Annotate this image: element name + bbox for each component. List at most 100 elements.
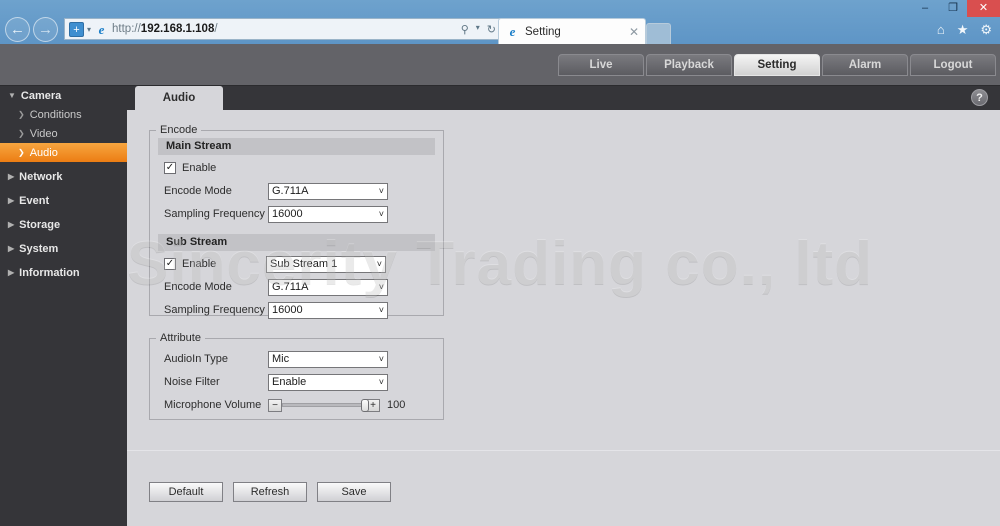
search-icon[interactable]: ⚲ [461,23,469,36]
sidebar-item-event[interactable]: ▶ Event [0,191,127,210]
back-icon[interactable]: ← [5,16,30,42]
main-tab-logout[interactable]: Logout [910,54,996,76]
chevron-down-icon: ▾ [475,22,480,32]
sidebar-item-information[interactable]: ▶ Information [0,263,127,282]
sub-stream-enable-row: ✓ Enable Sub Stream 1 ˅ [150,254,443,274]
content-area: Audio ? Encode Main Stream ✓ Enable Enco… [127,86,1000,526]
main-tab-alarm[interactable]: Alarm [822,54,908,76]
sub-stream-sampling-select[interactable]: 16000 ˅ [268,301,388,319]
main-nav-tabs: Live Playback Setting Alarm Logout [558,54,996,76]
encode-panel: Encode Main Stream ✓ Enable Encode Mode … [149,124,444,319]
chevron-right-icon: ❯ [18,129,25,138]
sub-stream-enable-label: Enable [182,258,217,270]
button-divider [127,450,1000,451]
sub-stream-select[interactable]: Sub Stream 1 ˅ [266,255,386,273]
sub-stream-select-value: Sub Stream 1 [270,258,338,270]
sidebar-item-storage[interactable]: ▶ Storage [0,215,127,234]
chevron-down-icon: ˅ [378,305,384,315]
internet-explorer-icon: e [509,24,516,39]
sidebar-item-label: Information [19,266,80,279]
sidebar-item-label: System [19,242,59,255]
main-tab-playback[interactable]: Playback [646,54,732,76]
audioin-type-row: AudioIn Type Mic ˅ [150,349,443,369]
sub-stream-encode-mode-select[interactable]: G.711A ˅ [268,278,388,296]
chevron-down-icon: ˅ [378,209,384,219]
main-stream-encode-mode-value: G.711A [272,185,309,197]
forward-icon[interactable]: → [33,16,58,42]
sidebar-item-network[interactable]: ▶ Network [0,167,127,186]
tab-close-icon[interactable]: ✕ [629,25,639,39]
refresh-button[interactable]: Refresh [233,482,307,502]
url-text: http://192.168.1.108/ [112,23,218,35]
refresh-icon[interactable]: ↻ [487,23,496,36]
noise-filter-value: Enable [272,376,307,388]
favorites-icon[interactable]: ★ [957,22,969,38]
sub-stream-sampling-row: Sampling Frequency 16000 ˅ [150,300,443,320]
content-body: Encode Main Stream ✓ Enable Encode Mode … [127,110,1000,502]
browser-tab-setting[interactable]: e Setting ✕ [498,18,646,44]
triangle-down-icon: ▼ [8,91,16,100]
sub-stream-enable-checkbox[interactable]: ✓ [164,258,176,270]
content-header: Audio ? [127,86,1000,110]
default-button[interactable]: Default [149,482,223,502]
attribute-legend: Attribute [160,332,201,344]
main-stream-enable-checkbox[interactable]: ✓ [164,162,176,174]
main-stream-sampling-select[interactable]: 16000 ˅ [268,205,388,223]
help-icon[interactable]: ? [971,89,988,106]
sidebar-item-label: Storage [19,218,61,231]
main-stream-enable-label: Enable [182,162,217,174]
page-tab-audio[interactable]: Audio [135,86,223,110]
microphone-volume-slider[interactable]: − + 100 [268,398,405,412]
sidebar-item-label: Conditions [29,108,82,121]
chevron-down-icon: ▾ [87,24,92,34]
home-icon[interactable]: ⌂ [937,22,945,38]
main-tab-live[interactable]: Live [558,54,644,76]
settings-gear-icon[interactable]: ⚙ [980,22,992,38]
main-stream-encode-mode-select[interactable]: G.711A ˅ [268,182,388,200]
new-tab-button[interactable] [646,23,671,44]
volume-slider-thumb[interactable] [361,399,369,412]
sidebar: ▼ Camera ❯ Conditions ❯ Video ❯ Audio ▶ Network ▶ E… [0,86,127,526]
microphone-volume-label: Microphone Volume [164,399,262,411]
sidebar-item-camera[interactable]: ▼ Camera [0,86,127,105]
browser-chrome: – ❐ ✕ ← → + ▾ e http://192.168.1.108/ ⚲ … [0,0,1000,44]
chevron-down-icon: ˅ [378,186,384,196]
chevron-down-icon: ˅ [378,282,384,292]
sidebar-item-label: Event [19,194,50,207]
sidebar-item-label: Video [29,127,58,140]
main-stream-sampling-row: Sampling Frequency 16000 ˅ [150,204,443,224]
sidebar-item-label: Audio [29,146,58,159]
sidebar-item-conditions[interactable]: ❯ Conditions [0,105,127,124]
sub-stream-header: Sub Stream [158,234,435,251]
sidebar-item-system[interactable]: ▶ System [0,239,127,258]
main-stream-sampling-value: 16000 [272,208,303,220]
sidebar-item-label: Camera [20,89,62,102]
noise-filter-row: Noise Filter Enable ˅ [150,372,443,392]
audioin-type-label: AudioIn Type [164,353,229,365]
microphone-volume-row: Microphone Volume − + 100 [150,395,443,415]
volume-decrease-button[interactable]: − [268,398,282,412]
sidebar-item-video[interactable]: ❯ Video [0,124,127,143]
volume-slider-track[interactable] [282,399,369,412]
chevron-down-icon: ˅ [378,354,384,364]
main-stream-encode-mode-label: Encode Mode [164,185,232,197]
save-button[interactable]: Save [317,482,391,502]
noise-filter-label: Noise Filter [164,376,220,388]
chevron-down-icon: ˅ [378,377,384,387]
sidebar-item-audio[interactable]: ❯ Audio [0,143,127,162]
sub-stream-encode-mode-label: Encode Mode [164,281,232,293]
triangle-right-icon: ▶ [8,220,15,229]
sub-stream-sampling-label: Sampling Frequency [164,304,265,316]
address-bar[interactable]: + ▾ e http://192.168.1.108/ ⚲ ▾ ↻ [64,18,504,40]
attribute-panel: Attribute AudioIn Type Mic ˅ Noise Filte… [149,332,444,420]
browser-tab-label: Setting [525,25,561,38]
main-tab-setting[interactable]: Setting [734,54,820,76]
triangle-right-icon: ▶ [8,268,15,277]
noise-filter-select[interactable]: Enable ˅ [268,373,388,391]
address-bar-actions: ⚲ ▾ ↻ [461,23,499,36]
sub-stream-encode-mode-row: Encode Mode G.711A ˅ [150,277,443,297]
audioin-type-select[interactable]: Mic ˅ [268,350,388,368]
sub-stream-sampling-value: 16000 [272,304,303,316]
triangle-right-icon: ▶ [8,244,15,253]
compatibility-view-icon[interactable]: + [69,21,84,37]
